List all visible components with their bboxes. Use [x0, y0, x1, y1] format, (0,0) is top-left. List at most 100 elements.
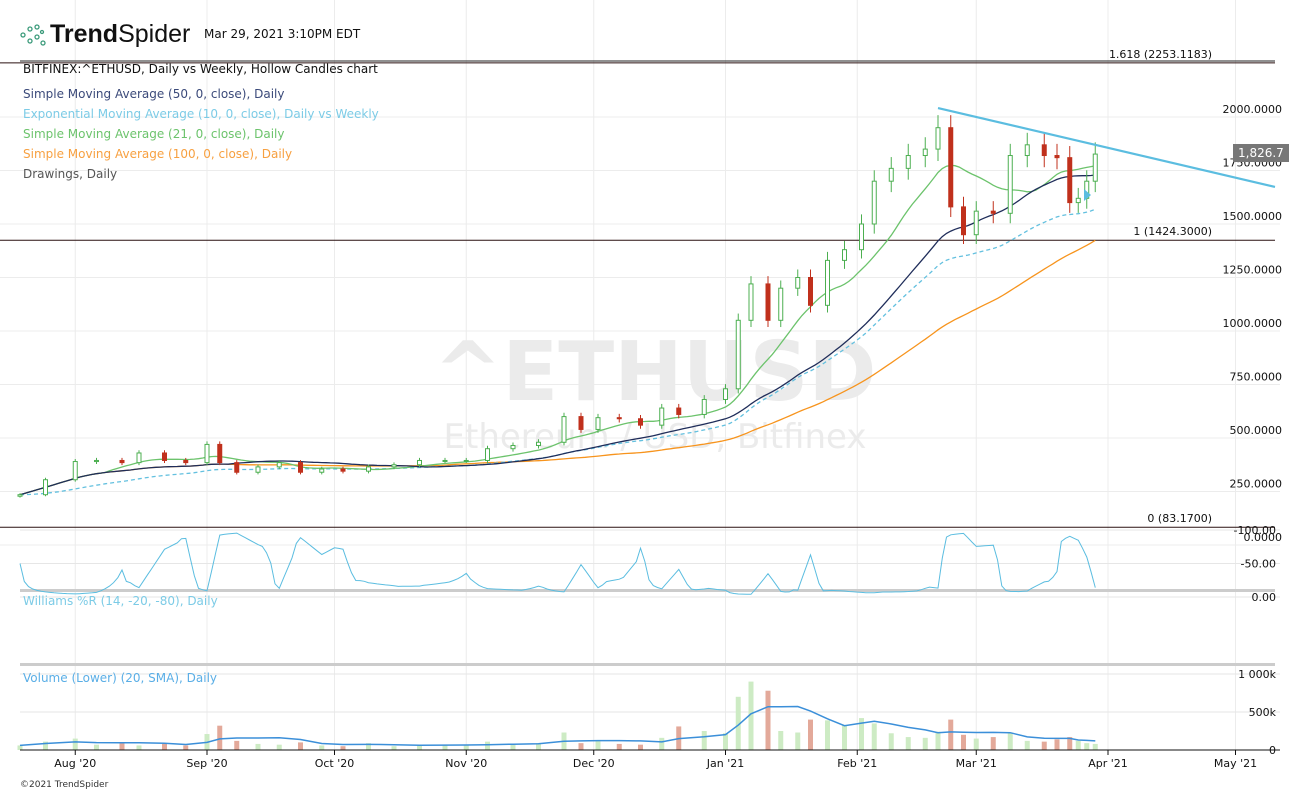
- legend-ema10[interactable]: Exponential Moving Average (10, 0, close…: [23, 107, 379, 121]
- candle-body: [825, 259, 830, 306]
- candle-body: [973, 210, 979, 236]
- brand-light: Spider: [118, 20, 191, 48]
- volume-bar: [340, 746, 346, 750]
- candle-body: [1007, 155, 1013, 214]
- volume-bar: [888, 733, 894, 750]
- trendspider-logo: TrendSpider: [20, 20, 190, 49]
- volume-bar: [871, 723, 877, 750]
- candle-body: [765, 283, 771, 321]
- timestamp: Mar 29, 2021 3:10PM EDT: [204, 27, 361, 41]
- candle-body: [391, 464, 397, 468]
- x-tick-label: Dec '20: [573, 757, 615, 770]
- volume-bar: [659, 737, 665, 750]
- volume-bar: [1092, 743, 1098, 750]
- volume-bar: [217, 725, 223, 750]
- candle-body: [510, 444, 516, 450]
- volume-bar: [255, 743, 261, 750]
- candle-body: [616, 417, 622, 420]
- candle-body: [119, 459, 125, 464]
- volume-bar: [94, 744, 99, 750]
- x-tick-label: May '21: [1214, 757, 1257, 770]
- brand-bold: Trend: [50, 20, 119, 48]
- williams-label[interactable]: Williams %R (14, -20, -80), Daily: [23, 594, 218, 608]
- volume-bar: [1024, 740, 1030, 750]
- candle-body: [72, 461, 78, 481]
- volume-bar: [795, 732, 801, 750]
- williams-tick-label: -100.00: [1234, 524, 1276, 537]
- candle-body: [905, 155, 911, 169]
- copyright: ©2021 TrendSpider: [20, 780, 109, 790]
- candle-body: [990, 210, 996, 214]
- candle-body: [17, 494, 23, 497]
- candle-body: [842, 249, 847, 261]
- candle-body: [1054, 155, 1060, 159]
- chart-window: 2000.0000 1750.0000 1500.0000 1250.0000 1000…: [0, 0, 1307, 796]
- volume-bar: [391, 746, 397, 750]
- x-tick-label: Jan '21: [706, 757, 744, 770]
- candle-body: [595, 417, 601, 430]
- volume-bar: [973, 738, 979, 750]
- volume-bar: [765, 690, 771, 750]
- candle-body: [948, 127, 954, 208]
- candle-body: [561, 416, 567, 443]
- volume-bar: [578, 743, 584, 750]
- volume-bar: [595, 740, 601, 750]
- williams-tick-label: 0.00: [1252, 591, 1277, 604]
- candle-body: [298, 462, 303, 473]
- legend-sma100[interactable]: Simple Moving Average (100, 0, close), D…: [23, 147, 292, 161]
- watermark-symbol: ^ETHUSD: [434, 325, 877, 420]
- candle-body: [183, 459, 189, 464]
- x-tick-label: Aug '20: [54, 757, 96, 770]
- candle-body: [234, 462, 240, 473]
- legend-sma21[interactable]: Simple Moving Average (21, 0, close), Da…: [23, 127, 284, 141]
- candle-body: [1092, 153, 1098, 182]
- volume-bar: [463, 745, 469, 750]
- legend-drawings[interactable]: Drawings, Daily: [23, 167, 117, 181]
- price-tick-label: 2000.0000: [1223, 103, 1283, 116]
- volume-label[interactable]: Volume (Lower) (20, SMA), Daily: [23, 671, 217, 685]
- price-tick-label: 1500.0000: [1223, 210, 1283, 223]
- volume-bar: [183, 745, 189, 750]
- volume-bar: [922, 737, 928, 750]
- candle-body: [859, 223, 864, 251]
- x-tick-label: Oct '20: [315, 757, 355, 770]
- volume-bar: [1007, 733, 1013, 750]
- volume-bar: [616, 743, 622, 750]
- volume-bar: [276, 744, 282, 750]
- volume-bar: [1084, 743, 1090, 750]
- x-tick-label: Nov '20: [445, 757, 487, 770]
- williams-tick-label: -50.00: [1241, 558, 1276, 571]
- volume-bar: [701, 731, 707, 750]
- price-tick-label: 750.0000: [1230, 371, 1283, 384]
- candle-body: [536, 441, 541, 446]
- volume-bar: [417, 745, 422, 750]
- volume-bar: [778, 731, 784, 750]
- candle-body: [1041, 144, 1047, 157]
- volume-bar: [119, 743, 125, 750]
- candle-body: [778, 287, 784, 321]
- volume-bar: [17, 745, 23, 750]
- price-tick-label: 250.0000: [1230, 478, 1283, 491]
- price-tick-label: 1000.0000: [1223, 317, 1283, 330]
- price-tick-label: 500.0000: [1230, 424, 1283, 437]
- volume-bar: [1075, 740, 1081, 750]
- volume-bar: [72, 738, 78, 750]
- candle-body: [204, 443, 210, 464]
- legend-sma50[interactable]: Simple Moving Average (50, 0, close), Da…: [23, 87, 284, 101]
- volume-bar: [905, 737, 911, 750]
- panel-divider: [20, 663, 1275, 666]
- candle-body: [961, 206, 966, 236]
- volume-bar: [825, 720, 830, 750]
- volume-bar: [990, 737, 996, 750]
- panel-divider: [20, 589, 1275, 592]
- candle-body: [676, 407, 682, 415]
- candle-body: [417, 459, 422, 466]
- candle-body: [162, 452, 167, 461]
- candle-body: [735, 319, 741, 390]
- fib-level-label: 1 (1424.3000): [1133, 225, 1212, 238]
- candle-body: [340, 468, 346, 472]
- x-tick-label: Sep '20: [186, 757, 227, 770]
- fib-level-label: 1.618 (2253.1183): [1109, 48, 1212, 61]
- candle-body: [442, 459, 448, 462]
- candle-body: [871, 180, 877, 225]
